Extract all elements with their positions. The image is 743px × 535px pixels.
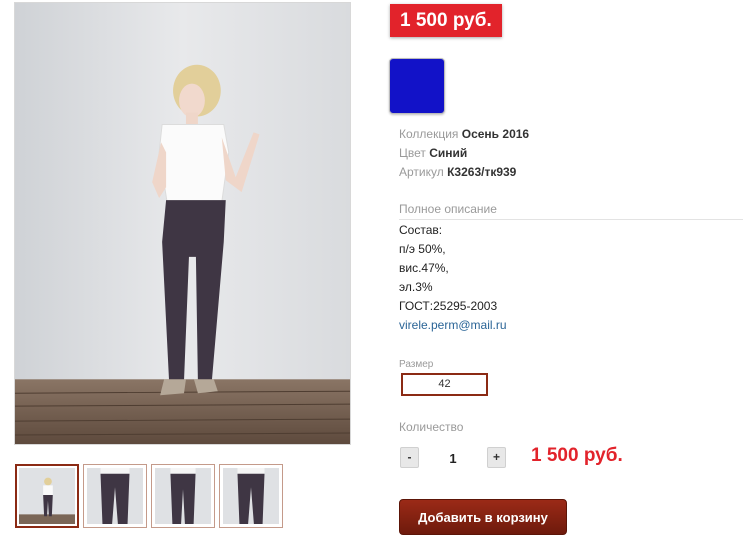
quantity-increase-button[interactable]: + — [487, 447, 506, 468]
thumb-pants-front-icon — [87, 468, 143, 524]
thumbnail-1[interactable] — [15, 464, 79, 528]
attr-color: Цвет Синий — [399, 144, 529, 163]
quantity-label: Количество — [399, 420, 464, 434]
size-option-selected[interactable]: 42 — [401, 373, 488, 396]
add-to-cart-button[interactable]: Добавить в корзину — [399, 499, 567, 535]
product-attributes: Коллекция Осень 2016 Цвет Синий Артикул … — [399, 125, 529, 182]
description-line: эл.3% — [399, 280, 433, 294]
thumbnail-3[interactable] — [151, 464, 215, 528]
attr-value: Синий — [429, 146, 468, 160]
total-price: 1 500 руб. — [531, 445, 623, 466]
description-body: Состав: п/э 50%, вис.47%, эл.3% ГОСТ:252… — [399, 221, 507, 335]
thumbnail-2[interactable] — [83, 464, 147, 528]
size-label: Размер — [399, 359, 434, 370]
attr-label: Артикул — [399, 165, 444, 179]
thumb-pants-side-icon — [155, 468, 211, 524]
quantity-decrease-button[interactable]: - — [400, 447, 419, 468]
description-line: ГОСТ:25295-2003 — [399, 299, 498, 313]
attr-label: Цвет — [399, 146, 426, 160]
thumb-pants-back-icon — [223, 468, 279, 524]
attr-article: Артикул К3263/тк939 — [399, 163, 529, 182]
attr-label: Коллекция — [399, 127, 459, 141]
attr-value: Осень 2016 — [461, 127, 530, 141]
thumbnail-4[interactable] — [219, 464, 283, 528]
price-badge: 1 500 руб. — [390, 4, 502, 37]
thumb-full-figure-icon — [19, 468, 75, 524]
main-product-image[interactable] — [14, 2, 351, 445]
attr-collection: Коллекция Осень 2016 — [399, 125, 529, 144]
quantity-input[interactable] — [433, 448, 473, 468]
attr-value: К3263/тк939 — [447, 165, 517, 179]
description-line: Состав: — [399, 223, 443, 237]
description-title: Полное описание — [399, 202, 743, 220]
description-line: вис.47%, — [399, 261, 449, 275]
color-swatch[interactable] — [389, 58, 445, 114]
contact-email-link[interactable]: virele.perm@mail.ru — [399, 316, 507, 335]
model-photo-icon — [15, 3, 350, 444]
description-line: п/э 50%, — [399, 242, 446, 256]
